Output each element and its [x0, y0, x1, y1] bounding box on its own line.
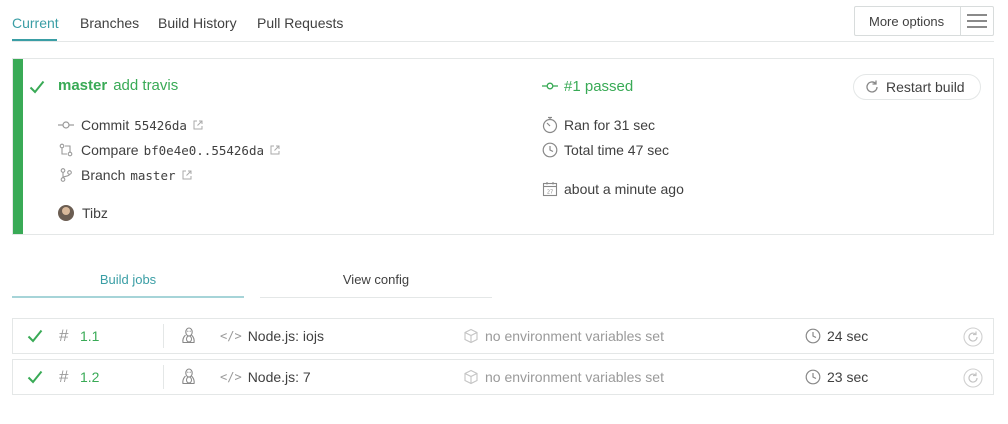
branch-row: Branch master — [58, 167, 192, 183]
job-env: no environment variables set — [463, 369, 664, 385]
commit-sha-link[interactable]: 55426da — [134, 118, 187, 133]
hash-icon: # — [59, 326, 69, 345]
job-language: </> Node.js: 7 — [220, 369, 311, 385]
more-options-divider — [960, 7, 961, 35]
linux-icon — [182, 327, 195, 344]
tab-current[interactable]: Current — [12, 15, 59, 31]
restart-icon — [866, 80, 878, 93]
branch-icon — [58, 167, 74, 183]
commit-row: Commit 55426da — [58, 117, 203, 133]
restart-icon[interactable] — [963, 368, 983, 388]
status-bar — [13, 59, 23, 234]
build-jobs-tab-indicator — [12, 296, 244, 298]
ran-for-text: Ran for 31 sec — [564, 117, 656, 133]
ran-for-row: Ran for 31 sec — [541, 116, 655, 134]
job-env-text: no environment variables set — [485, 369, 664, 385]
external-link-icon[interactable] — [270, 145, 280, 155]
hash-icon: # — [59, 367, 69, 386]
author-row: Tibz — [58, 205, 108, 221]
linux-icon — [182, 368, 195, 385]
avatar — [58, 205, 74, 221]
job-language-text: Node.js: 7 — [247, 369, 311, 385]
more-options-button[interactable]: More options — [854, 6, 994, 36]
restart-icon[interactable] — [963, 327, 983, 347]
commit-message: add travis — [113, 77, 179, 94]
check-icon — [27, 329, 43, 343]
build-title: master add travis — [58, 77, 178, 94]
finished-row: 27 about a minute ago — [541, 180, 684, 198]
job-duration-text: 24 sec — [827, 328, 869, 344]
hamburger-menu-icon[interactable] — [967, 14, 987, 28]
check-icon — [27, 370, 43, 384]
job-row[interactable]: # 1.1 </> Node.js: iojs no environment v… — [12, 318, 994, 354]
top-tabs: Current Branches Build History Pull Requ… — [12, 0, 994, 42]
view-config-tab-line — [260, 297, 492, 298]
more-options-label: More options — [869, 14, 945, 29]
external-link-icon[interactable] — [182, 170, 192, 180]
job-number-link[interactable]: 1.2 — [80, 369, 99, 385]
compare-icon — [58, 142, 74, 158]
job-duration-text: 23 sec — [827, 369, 869, 385]
svg-text:27: 27 — [547, 190, 553, 196]
restart-build-button[interactable]: Restart build — [853, 74, 981, 100]
job-language-text: Node.js: iojs — [247, 328, 324, 344]
job-duration: 24 sec — [805, 328, 868, 344]
clock-icon — [805, 369, 821, 385]
branch-name-link[interactable]: master — [58, 77, 107, 94]
check-icon — [29, 80, 45, 94]
code-icon: </> — [220, 329, 242, 343]
external-link-icon[interactable] — [193, 120, 203, 130]
build-number-status[interactable]: #1 passed — [564, 78, 633, 95]
stopwatch-icon — [541, 116, 559, 134]
cube-icon — [464, 328, 478, 344]
total-time-text: Total time 47 sec — [564, 142, 670, 158]
build-number-row: #1 passed — [541, 77, 633, 95]
tab-build-jobs[interactable]: Build jobs — [12, 272, 244, 287]
compare-range-link[interactable]: bf0e4e0..55426da — [144, 143, 264, 158]
branch-name-meta-link[interactable]: master — [130, 168, 175, 183]
build-icon — [541, 77, 559, 95]
restart-build-label: Restart build — [886, 79, 965, 95]
clock-icon — [541, 141, 559, 159]
branch-label: Branch — [81, 167, 126, 183]
author-name: Tibz — [82, 205, 108, 221]
tab-view-config[interactable]: View config — [260, 272, 492, 287]
compare-row: Compare bf0e4e0..55426da — [58, 142, 280, 158]
code-icon: </> — [220, 370, 242, 384]
tab-pull-requests[interactable]: Pull Requests — [257, 15, 343, 31]
job-row[interactable]: # 1.2 </> Node.js: 7 no environment vari… — [12, 359, 994, 395]
compare-label: Compare — [81, 142, 139, 158]
job-number-link[interactable]: 1.1 — [80, 328, 99, 344]
active-tab-indicator — [12, 39, 57, 41]
tab-branches[interactable]: Branches — [80, 15, 139, 31]
total-time-row: Total time 47 sec — [541, 141, 669, 159]
finished-text: about a minute ago — [564, 181, 684, 197]
job-duration: 23 sec — [805, 369, 868, 385]
tab-build-history[interactable]: Build History — [158, 15, 237, 31]
job-env-text: no environment variables set — [485, 328, 664, 344]
clock-icon — [805, 328, 821, 344]
job-language: </> Node.js: iojs — [220, 328, 324, 344]
divider — [163, 365, 164, 389]
divider — [163, 324, 164, 348]
calendar-icon: 27 — [541, 180, 559, 198]
commit-label: Commit — [81, 117, 130, 133]
cube-icon — [464, 369, 478, 385]
commit-icon — [58, 117, 74, 133]
build-summary-card: master add travis Commit 55426da Compare … — [12, 58, 994, 235]
job-env: no environment variables set — [463, 328, 664, 344]
